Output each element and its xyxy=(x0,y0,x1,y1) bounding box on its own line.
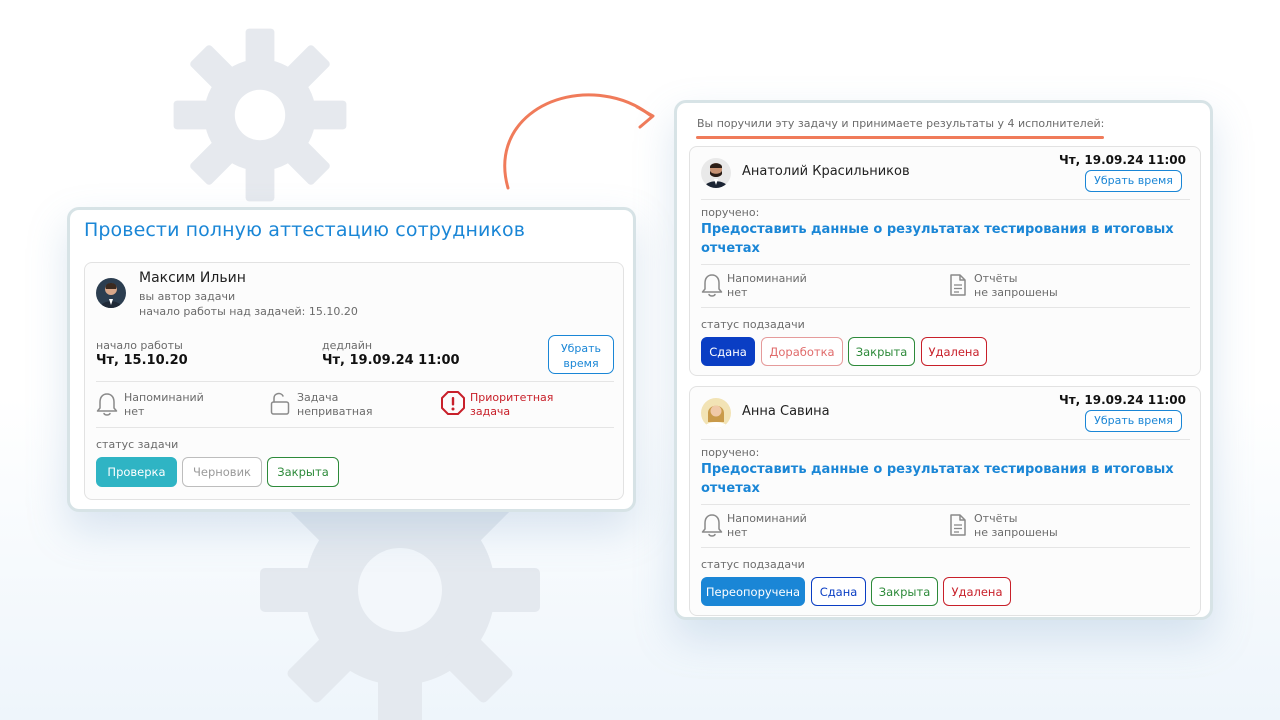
reminders-label: Напоминаний xyxy=(727,272,807,285)
author-name: Максим Ильин xyxy=(139,270,246,286)
divider xyxy=(701,547,1190,548)
private-label: Задача xyxy=(297,391,339,404)
divider xyxy=(701,264,1190,265)
bell-icon xyxy=(701,274,723,297)
status-chip-reassigned[interactable]: Переопоручена xyxy=(701,577,805,606)
assigned-task-line2: отчетах xyxy=(701,481,760,496)
assigned-task-line2: отчетах xyxy=(701,241,760,256)
status-chip-rework[interactable]: Доработка xyxy=(761,337,843,366)
avatar xyxy=(701,398,731,428)
header-underline xyxy=(696,136,1104,139)
task-card: Провести полную аттестацию сотрудников М… xyxy=(67,207,636,512)
reports-label: Отчёты xyxy=(974,512,1018,525)
task-details-panel: Максим Ильин вы автор задачи начало рабо… xyxy=(84,262,624,500)
priority-label-line2: задача xyxy=(470,405,511,418)
subtask-status-label: статус подзадачи xyxy=(701,318,805,331)
gear-background-icon xyxy=(173,28,347,202)
executors-header: Вы поручили эту задачу и принимаете резу… xyxy=(697,117,1105,130)
assigned-task-link[interactable]: Предоставить данные о результатах тестир… xyxy=(701,220,1174,258)
remove-time-button[interactable]: Убрать время xyxy=(548,335,614,374)
status-chip-submitted[interactable]: Сдана xyxy=(701,337,755,366)
deadline-date: Чт, 19.09.24 11:00 xyxy=(322,353,460,368)
assigned-task-link[interactable]: Предоставить данные о результатах тестир… xyxy=(701,460,1174,498)
start-date: Чт, 15.10.20 xyxy=(96,353,188,368)
reminders-label: Напоминаний xyxy=(727,512,807,525)
work-start-info: начало работы над задачей: 15.10.20 xyxy=(139,305,358,318)
reminders-value: нет xyxy=(124,405,145,418)
private-value: неприватная xyxy=(297,405,373,418)
deadline-label: дедлайн xyxy=(322,339,373,352)
status-chip-draft[interactable]: Черновик xyxy=(182,457,262,487)
subtask-card: Анатолий Красильников Чт, 19.09.24 11:00… xyxy=(689,146,1201,376)
priority-label-line1: Приоритетная xyxy=(470,391,554,404)
status-chip-review[interactable]: Проверка xyxy=(96,457,177,487)
divider xyxy=(96,381,614,382)
divider xyxy=(701,307,1190,308)
reports-value: не запрошены xyxy=(974,526,1058,539)
reports-label: Отчёты xyxy=(974,272,1018,285)
executor-name: Анна Савина xyxy=(742,404,830,419)
executors-card: Вы поручили эту задачу и принимаете резу… xyxy=(674,100,1213,620)
document-icon xyxy=(950,514,966,536)
bell-icon xyxy=(701,514,723,537)
subtask-status-label: статус подзадачи xyxy=(701,558,805,571)
divider xyxy=(701,439,1190,440)
status-label: статус задачи xyxy=(96,438,179,451)
priority-alert-icon[interactable] xyxy=(440,390,466,416)
status-chip-submitted[interactable]: Сдана xyxy=(811,577,866,606)
reminders-label: Напоминаний xyxy=(124,391,204,404)
divider xyxy=(701,199,1190,200)
status-chip-deleted[interactable]: Удалена xyxy=(921,337,987,366)
bell-icon xyxy=(96,393,118,416)
divider xyxy=(701,504,1190,505)
reports-value: не запрошены xyxy=(974,286,1058,299)
avatar xyxy=(701,158,731,188)
task-title[interactable]: Провести полную аттестацию сотрудников xyxy=(84,219,525,241)
remove-time-button[interactable]: Убрать время xyxy=(1085,410,1182,432)
status-chip-closed[interactable]: Закрыта xyxy=(848,337,915,366)
subtask-card: Анна Савина Чт, 19.09.24 11:00 Убрать вр… xyxy=(689,386,1201,616)
assigned-label: поручено: xyxy=(701,206,760,219)
remove-time-label-line1: Убрать xyxy=(560,342,602,355)
assigned-task-line1: Предоставить данные о результатах тестир… xyxy=(701,462,1174,477)
reminders-value: нет xyxy=(727,526,748,539)
document-icon xyxy=(950,274,966,296)
reminders-value: нет xyxy=(727,286,748,299)
status-chip-deleted[interactable]: Удалена xyxy=(943,577,1011,606)
status-chip-closed[interactable]: Закрыта xyxy=(871,577,938,606)
divider xyxy=(96,427,614,428)
remove-time-button[interactable]: Убрать время xyxy=(1085,170,1182,192)
start-label: начало работы xyxy=(96,339,183,352)
executor-name: Анатолий Красильников xyxy=(742,164,910,179)
avatar xyxy=(96,278,126,308)
author-role: вы автор задачи xyxy=(139,290,236,303)
status-chip-closed[interactable]: Закрыта xyxy=(267,457,339,487)
subtask-date: Чт, 19.09.24 11:00 xyxy=(1059,153,1186,167)
assigned-task-line1: Предоставить данные о результатах тестир… xyxy=(701,222,1174,237)
lock-open-icon xyxy=(270,392,290,415)
remove-time-label-line2: время xyxy=(563,357,599,370)
subtask-date: Чт, 19.09.24 11:00 xyxy=(1059,393,1186,407)
assigned-label: поручено: xyxy=(701,446,760,459)
curved-arrow-icon xyxy=(503,93,655,190)
